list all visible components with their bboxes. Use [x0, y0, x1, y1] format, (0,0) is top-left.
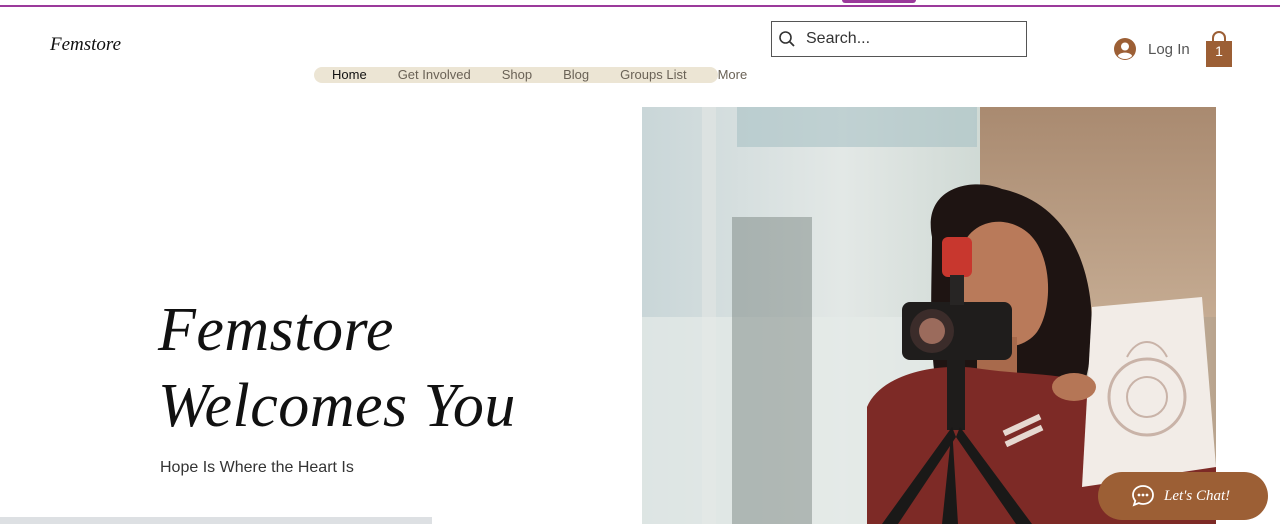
nav-blog[interactable]: Blog	[563, 67, 589, 83]
login-label: Log In	[1148, 40, 1190, 58]
hero-title-line2: Welcomes You	[158, 372, 516, 440]
nav-home[interactable]: Home	[332, 67, 367, 83]
top-accent-bar	[0, 0, 1280, 7]
top-accent-tab	[842, 0, 916, 3]
user-avatar-icon	[1114, 38, 1136, 60]
hero-title-line1: Femstore	[158, 296, 394, 364]
chat-bubble-icon	[1132, 485, 1154, 507]
nav-get-involved[interactable]: Get Involved	[398, 67, 471, 83]
nav-groups-list[interactable]: Groups List	[620, 67, 686, 83]
search-input[interactable]	[804, 29, 1008, 49]
chat-button[interactable]: Let's Chat!	[1098, 472, 1268, 520]
nav-more[interactable]: More	[718, 67, 748, 83]
bottom-status-bar	[0, 517, 432, 524]
login-button[interactable]: Log In	[1114, 38, 1190, 60]
chat-label: Let's Chat!	[1164, 487, 1231, 504]
cart-button[interactable]: 1	[1204, 31, 1234, 67]
nav-shop[interactable]: Shop	[502, 67, 532, 83]
hero-photo-illustration	[642, 107, 1216, 524]
site-logo[interactable]: Femstore	[50, 34, 121, 56]
cart-count: 1	[1215, 43, 1223, 59]
hero-title: Femstore Welcomes You	[158, 292, 516, 444]
search-bar[interactable]	[771, 21, 1027, 57]
hero-photo	[642, 107, 1216, 524]
main-nav: Home Get Involved Shop Blog Groups List …	[314, 67, 747, 83]
hero-subtitle: Hope Is Where the Heart Is	[160, 459, 354, 476]
search-icon	[779, 31, 795, 47]
